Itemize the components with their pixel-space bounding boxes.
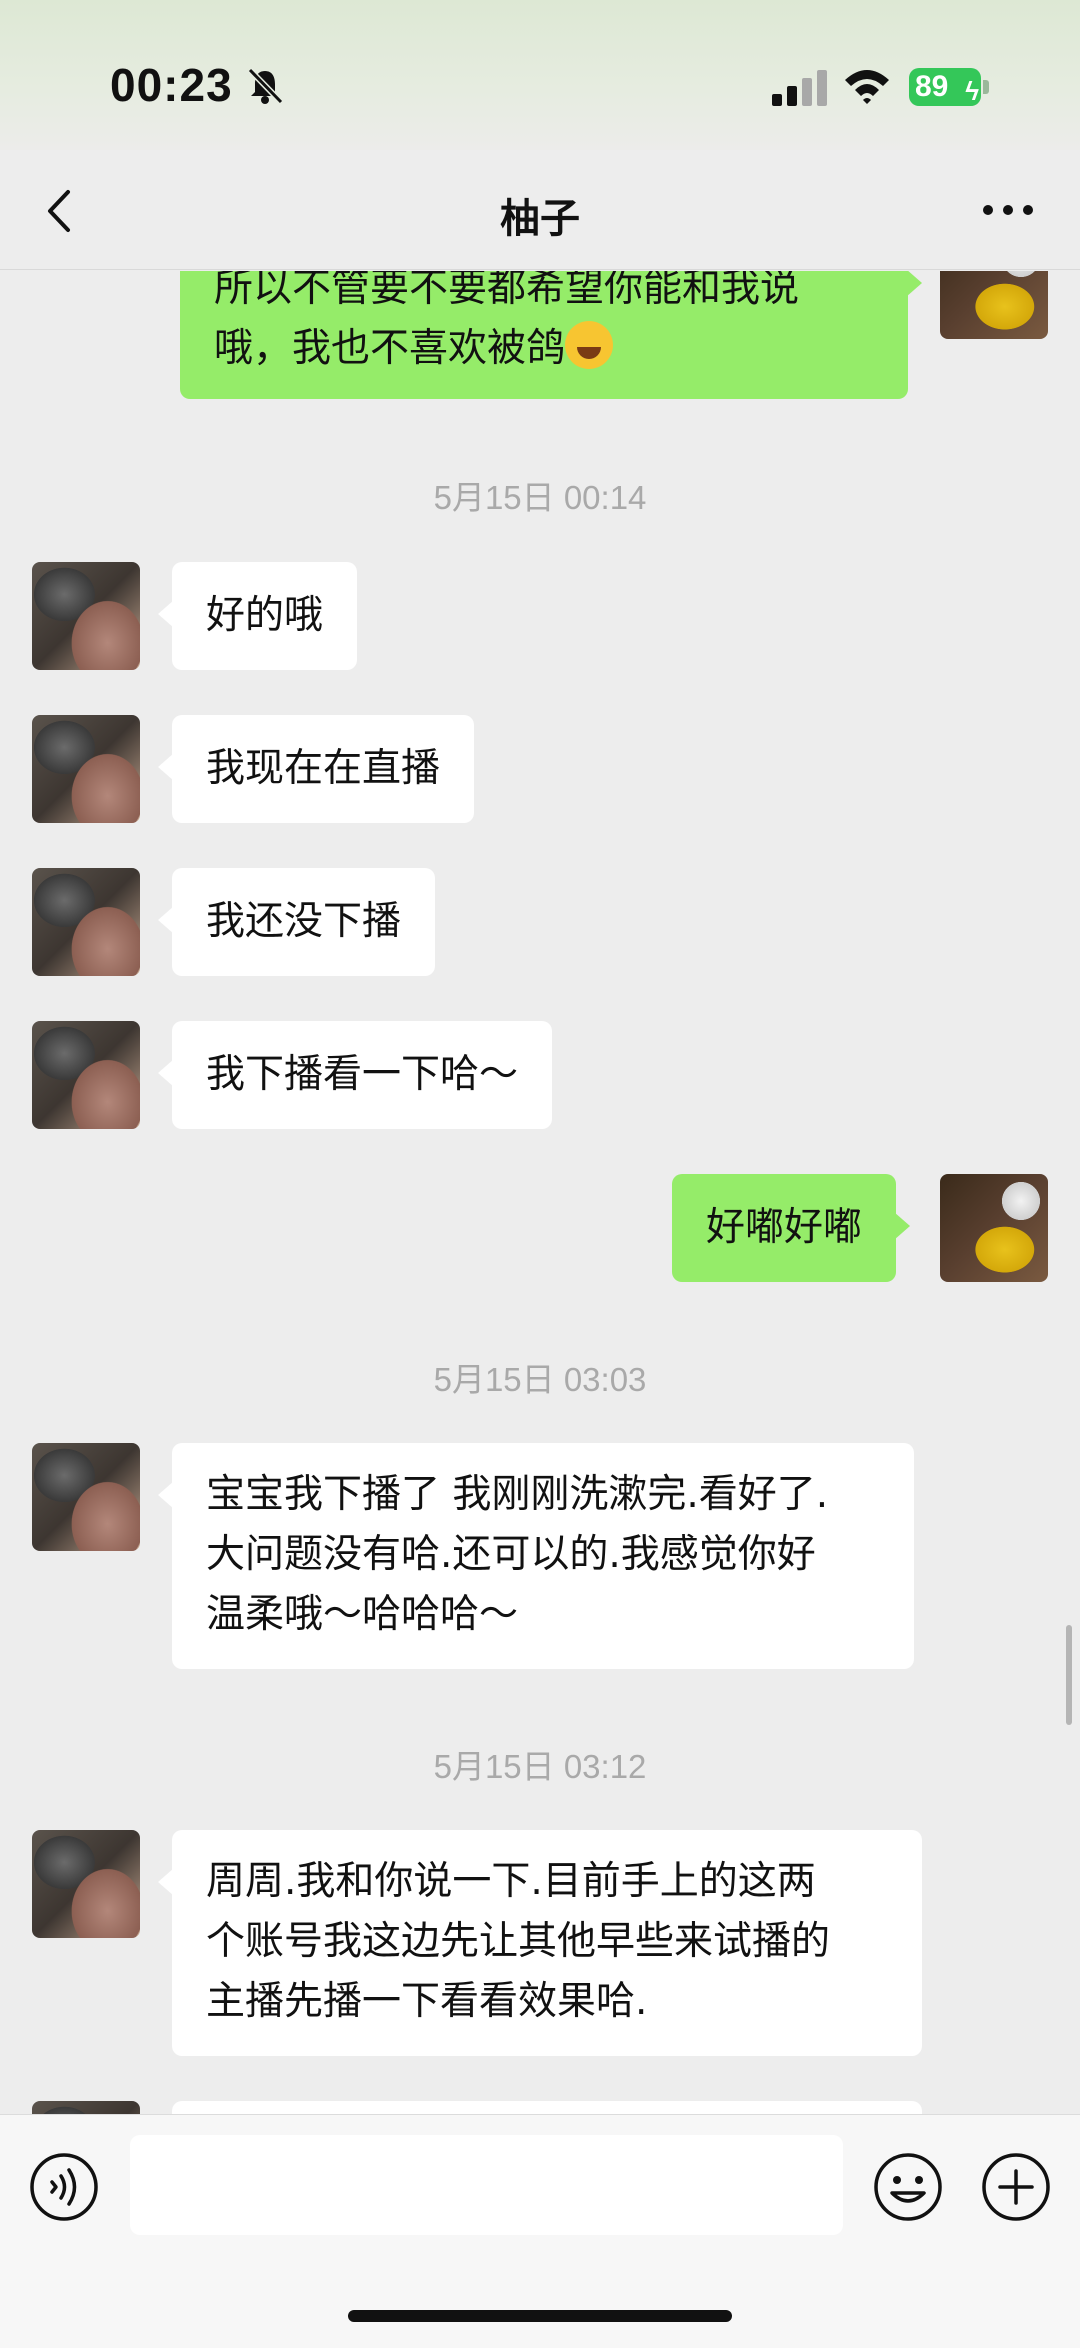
more-dots-icon[interactable] [980, 198, 1036, 222]
battery-level: 89 [915, 70, 949, 103]
chat-title: 柚子 [500, 196, 580, 242]
timestamp: 5月15日 03:03 [433, 1361, 647, 1398]
message-text: 所以不管要不要都希望你能和我说 [214, 271, 800, 311]
timestamp: 5月15日 00:14 [433, 479, 647, 516]
message-bubble-in[interactable]: 我下播看一下哈～ [157, 1021, 553, 1129]
bell-slash-icon [247, 67, 284, 105]
avatar[interactable] [32, 715, 140, 823]
battery-icon: 89 ϟ [909, 68, 981, 106]
avatar[interactable] [32, 562, 140, 670]
message-line: 大问题没有哈.还可以的.我感觉你好 [206, 1532, 816, 1577]
avatar[interactable] [32, 2101, 140, 2114]
message-bubble-in[interactable]: 好的哦 [157, 562, 358, 670]
message-line: 温柔哦～哈哈哈～ [206, 1592, 519, 1637]
wifi-icon [845, 70, 889, 104]
message-bubble-in[interactable]: 宝宝我下播了 我刚刚洗漱完.看好了. 大问题没有哈.还可以的.我感觉你好 温柔哦… [158, 1443, 914, 1669]
timestamp: 5月15日 03:12 [433, 1748, 647, 1785]
avatar[interactable] [32, 1443, 140, 1551]
message-bubble-in[interactable]: 我还没下播 [157, 868, 436, 976]
avatar[interactable] [32, 1830, 140, 1938]
message-line: 个账号我这边先让其他早些来试播的 [206, 1919, 831, 1964]
message-line: 周周.我和你说一下.目前手上的这两 [206, 1859, 816, 1904]
status-bar: 00:23 89 ϟ [0, 0, 1080, 150]
charging-bolt-icon: ϟ [965, 76, 979, 106]
message-bubble-in[interactable]: 周周.我和你说一下.目前手上的这两 个账号我这边先让其他早些来试播的 主播先播一… [158, 1830, 922, 2056]
chat-list[interactable]: 所以不管要不要都希望你能和我说 哦，我也不喜欢被鸽 5月15日 00:14 好的… [0, 271, 1080, 2114]
voice-icon[interactable] [28, 2151, 100, 2223]
message-bubble-out[interactable]: 好嘟好嘟 [672, 1174, 911, 1282]
home-indicator[interactable] [348, 2310, 732, 2322]
status-time: 00:23 [110, 59, 233, 111]
avatar[interactable] [32, 868, 140, 976]
plus-icon[interactable] [980, 2151, 1052, 2223]
message-line: 宝宝我下播了 我刚刚洗漱完.看好了. [206, 1472, 829, 1517]
avatar[interactable] [940, 1174, 1048, 1282]
nav-bar: 柚子 [0, 150, 1080, 270]
message-input[interactable] [130, 2135, 843, 2235]
message-text: 哦，我也不喜欢被鸽 [214, 326, 566, 371]
laughing-emoji-icon [565, 321, 614, 369]
message-bubble-in[interactable] [172, 2101, 922, 2114]
message-bubble-in[interactable]: 我现在在直播 [157, 715, 475, 823]
cellular-signal-icon [772, 70, 827, 106]
avatar[interactable] [940, 271, 1048, 339]
avatar[interactable] [32, 1021, 140, 1129]
battery-cap [983, 80, 989, 94]
message-bubble-out[interactable]: 所以不管要不要都希望你能和我说 哦，我也不喜欢被鸽 [180, 271, 922, 399]
message-line: 主播先播一下看看效果哈. [206, 1979, 648, 2024]
emoji-icon[interactable] [872, 2151, 944, 2223]
scrollbar[interactable] [1066, 1625, 1072, 1725]
